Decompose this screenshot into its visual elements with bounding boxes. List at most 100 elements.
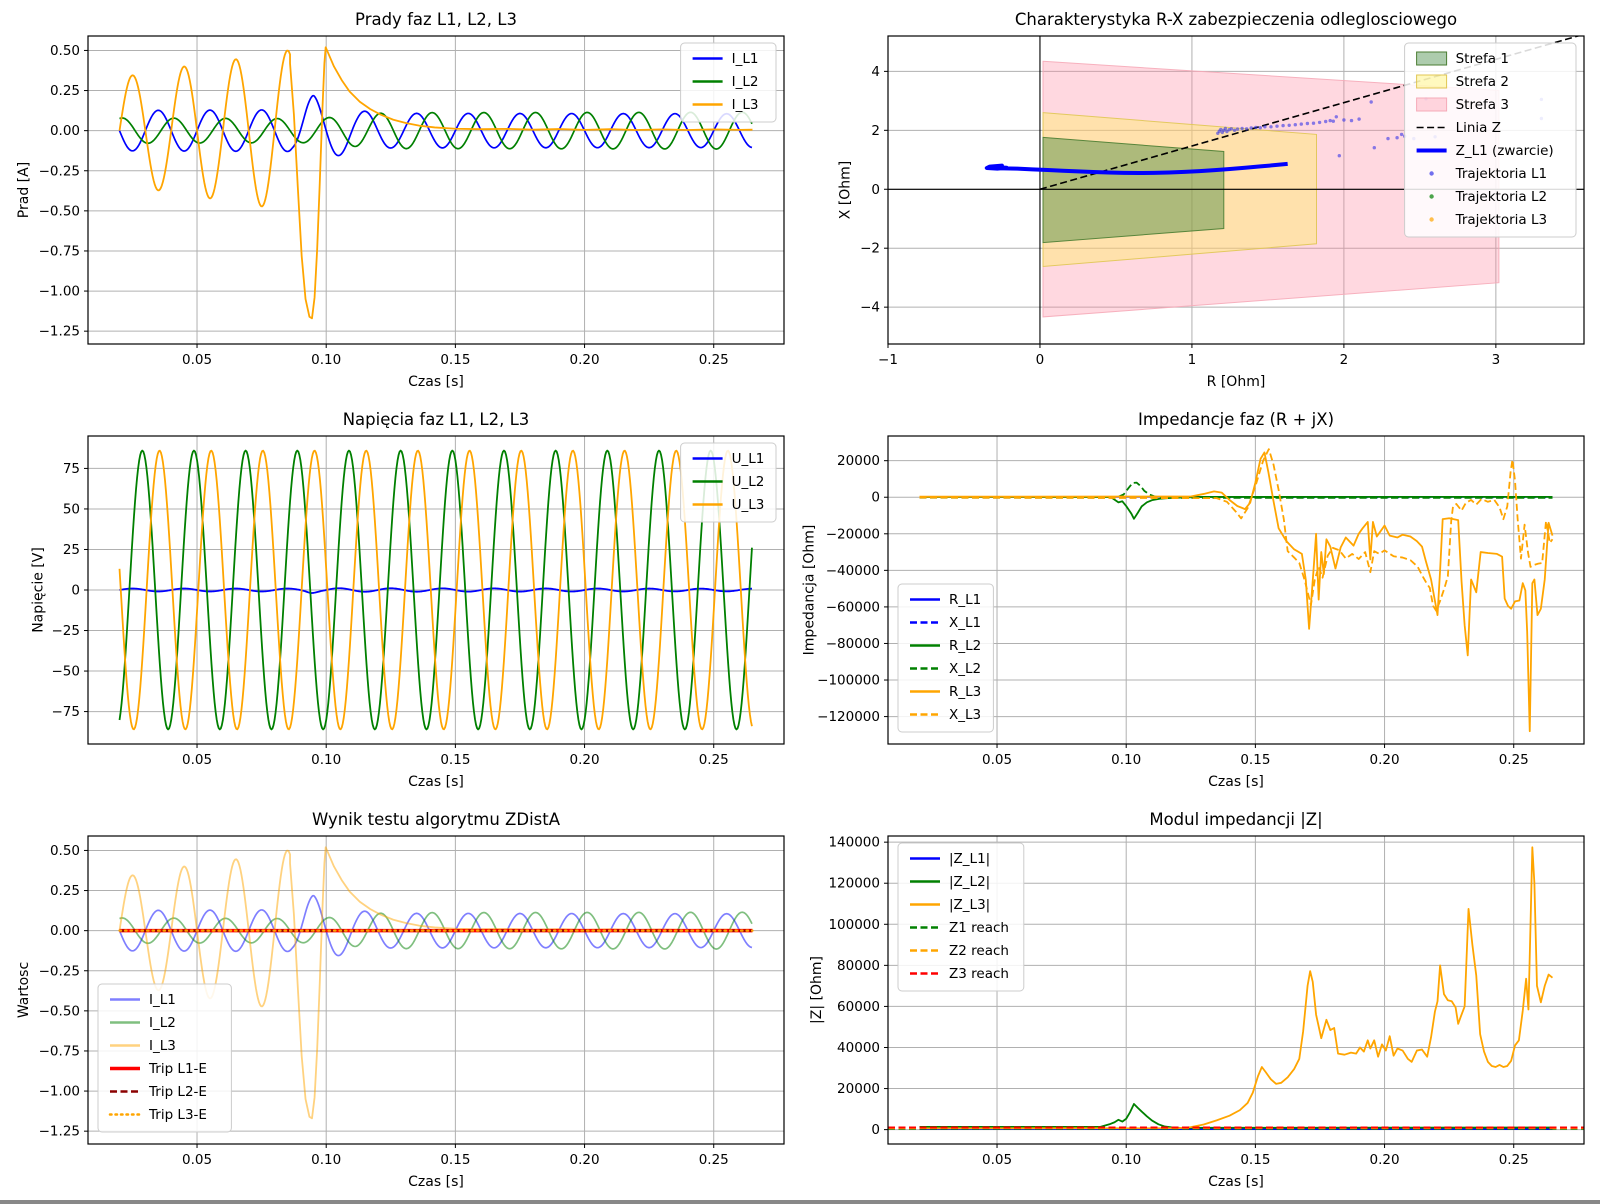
y-axis-label: |Z| [Ohm] (809, 956, 825, 1024)
ytick-label: −80000 (826, 636, 880, 652)
scatter-point (1294, 123, 1297, 126)
chart-currents: 0.050.100.150.200.250.500.250.00−0.25−0.… (0, 0, 800, 400)
ytick-label: 60000 (837, 999, 880, 1015)
ytick-label: 0.00 (50, 123, 80, 139)
impedance-modulus-svg: 0.050.100.150.200.2502000040000600008000… (800, 800, 1600, 1200)
scatter-point (1342, 118, 1345, 121)
ytick-label: 140000 (828, 835, 880, 851)
xtick-label: 0.10 (311, 752, 341, 768)
ytick-label: −1.00 (39, 1084, 80, 1100)
legend-entry-label: I_L3 (732, 97, 759, 113)
scatter-point (1357, 117, 1360, 120)
ytick-label: 0.25 (50, 83, 80, 99)
x-axis-label: R [Ohm] (1207, 374, 1266, 390)
scatter-point (1312, 122, 1315, 125)
scatter-point (1332, 120, 1335, 123)
legend-entry-label: Z3 reach (949, 966, 1009, 982)
legend-entry-label: X_L3 (949, 707, 981, 723)
scatter-point (1250, 126, 1253, 129)
legend-entry-label: R_L3 (949, 684, 981, 700)
y-axis-label: Impedancja [Ohm] (802, 525, 818, 656)
scatter-point (1254, 126, 1257, 129)
ytick-label: 50 (63, 501, 80, 517)
scatter-point (1370, 100, 1373, 103)
chart-impedances: 0.050.100.150.200.25200000−20000−40000−6… (800, 400, 1600, 800)
scatter-point (1335, 115, 1338, 118)
legend-entry-label: I_L3 (149, 1038, 176, 1054)
scatter-point (1350, 119, 1353, 122)
scatter-point (1338, 154, 1341, 157)
ytick-label: 0.00 (50, 923, 80, 939)
xtick-label: 0.05 (982, 752, 1012, 768)
plot-area (88, 36, 784, 344)
legend-entry-label: Z_L1 (zwarcie) (1456, 143, 1554, 159)
y-axis-label: Napięcie [V] (30, 547, 46, 633)
ytick-label: −50 (52, 664, 81, 680)
ytick-label: 0.25 (50, 883, 80, 899)
x-axis-label: Czas [s] (1208, 774, 1264, 790)
ytick-label: 0 (871, 182, 880, 198)
ytick-label: 120000 (828, 876, 880, 892)
legend-entry-label: |Z_L3| (949, 897, 990, 913)
legend-entry-label: I_L1 (732, 51, 759, 67)
chart-title: Charakterystyka R-X zabezpieczenia odleg… (1015, 10, 1457, 29)
ytick-label: 25 (63, 542, 80, 558)
scatter-point (1233, 129, 1236, 132)
scatter-point (1300, 122, 1303, 125)
chart-title: Napięcia faz L1, L2, L3 (343, 410, 530, 429)
y-axis-label: X [Ohm] (838, 161, 854, 220)
ytick-label: −1.25 (39, 324, 80, 340)
legend-entry-label: Trip L2-E (148, 1084, 207, 1100)
legend-entry-label: U_L2 (732, 474, 765, 490)
ytick-label: −2 (860, 241, 880, 257)
legend-entry-label: |Z_L1| (949, 851, 990, 867)
ytick-label: 2 (871, 123, 880, 139)
legend-entry-label: X_L2 (949, 661, 981, 677)
scatter-point (1324, 120, 1327, 123)
scatter-point (1318, 121, 1321, 124)
xtick-label: 0.15 (1240, 1152, 1270, 1168)
xtick-label: 0.25 (699, 752, 729, 768)
chart-title: Wynik testu algorytmu ZDistA (312, 810, 561, 829)
ytick-label: −4 (860, 300, 880, 316)
xtick-label: 0.15 (1240, 752, 1270, 768)
ytick-label: −1.00 (39, 284, 80, 300)
chart-title: Impedancje faz (R + jX) (1138, 410, 1334, 429)
xtick-label: 0.20 (570, 352, 600, 368)
legend-entry-label: I_L2 (732, 74, 759, 90)
scatter-point (1373, 146, 1376, 149)
xtick-label: 0.25 (699, 1152, 729, 1168)
xtick-label: 0.15 (440, 1152, 470, 1168)
legend: R_L1X_L1R_L2X_L2R_L3X_L3 (898, 584, 993, 732)
xtick-label: 0.10 (1111, 1152, 1141, 1168)
zdista-result-svg: 0.050.100.150.200.250.500.250.00−0.25−0.… (0, 800, 800, 1200)
x-axis-label: Czas [s] (408, 374, 464, 390)
legend-entry-label: Strefa 2 (1456, 74, 1509, 90)
scatter-point (1240, 127, 1243, 130)
xtick-label: 0.25 (1499, 752, 1529, 768)
ytick-label: 0 (871, 490, 880, 506)
legend-entry-label: Trip L1-E (148, 1061, 207, 1077)
chart-rx-characteristic: −10123−4−2024Charakterystyka R-X zabezpi… (800, 0, 1600, 400)
scatter-point (1224, 127, 1227, 130)
xtick-label: 0.20 (570, 752, 600, 768)
legend-entry-label: Trajektoria L1 (1455, 166, 1548, 182)
legend-entry-label: U_L1 (732, 451, 765, 467)
protection-test-figure: 0.050.100.150.200.250.500.250.00−0.25−0.… (0, 0, 1600, 1200)
legend-entry-label: R_L2 (949, 638, 981, 654)
xtick-label: 0.25 (699, 352, 729, 368)
ytick-label: −0.75 (39, 243, 80, 259)
legend-entry-label: |Z_L2| (949, 874, 990, 890)
xtick-label: 0.05 (182, 752, 212, 768)
scatter-point (1230, 127, 1233, 130)
legend-entry-label: X_L1 (949, 615, 981, 631)
ytick-label: −40000 (826, 563, 880, 579)
legend-patch (1417, 75, 1447, 88)
ytick-label: −0.50 (39, 1003, 80, 1019)
ytick-label: −0.75 (39, 1043, 80, 1059)
scatter-point (1395, 136, 1398, 139)
scatter-point (1281, 124, 1284, 127)
ytick-label: −1.25 (39, 1124, 80, 1140)
y-axis-label: Wartosc (16, 962, 32, 1018)
ytick-label: −0.25 (39, 963, 80, 979)
